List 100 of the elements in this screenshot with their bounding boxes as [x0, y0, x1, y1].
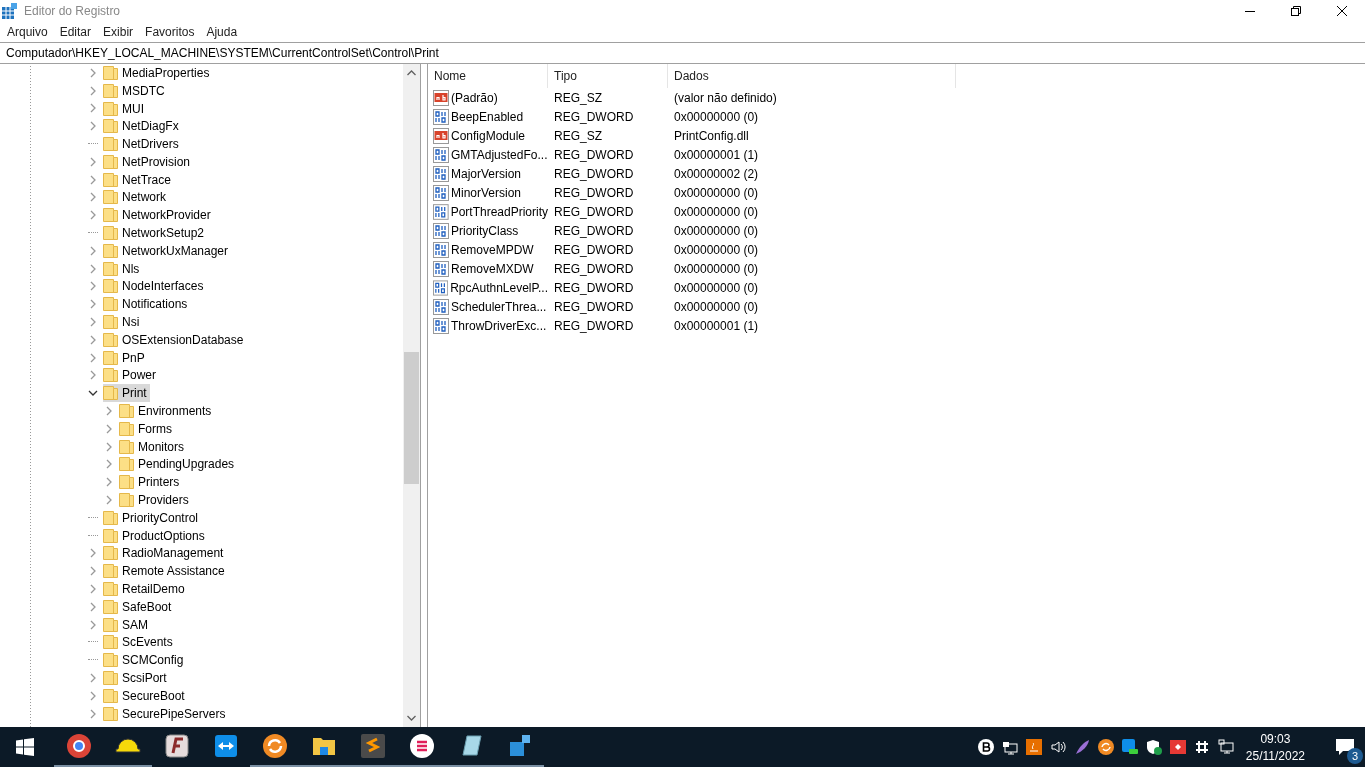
app-icon[interactable] — [359, 733, 386, 759]
tree-item[interactable]: MSDTC — [122, 83, 165, 98]
hash-icon[interactable] — [1193, 739, 1210, 755]
scroll-up-icon — [407, 70, 416, 76]
tree-item[interactable]: NetProvision — [122, 154, 191, 169]
remote-access-icon[interactable] — [1121, 739, 1138, 755]
shield-icon[interactable] — [1145, 739, 1162, 755]
menu-item[interactable]: Exibir — [97, 25, 140, 39]
tree-item[interactable]: NodeInterfaces — [122, 279, 204, 294]
folder-icon — [103, 671, 118, 685]
value-name: PortThreadPriority — [450, 204, 548, 219]
tree-item[interactable]: MediaProperties — [122, 65, 210, 80]
column-header[interactable]: Dados — [668, 64, 956, 88]
folder-icon — [103, 546, 118, 561]
tree-item[interactable]: RadioManagement — [122, 546, 224, 561]
tree-item[interactable]: SecurePipeServers — [122, 706, 226, 721]
value-type: REG_DWORD — [553, 147, 635, 162]
app-icon[interactable] — [408, 733, 435, 759]
tree-item[interactable]: Nls — [122, 261, 140, 276]
tree-item[interactable]: NetDrivers — [122, 137, 179, 152]
close-icon — [1337, 6, 1347, 16]
network-icon[interactable] — [1217, 739, 1234, 755]
tree-item[interactable]: Nsi — [122, 315, 140, 330]
folder-icon — [103, 226, 118, 241]
tree-item[interactable]: PriorityControl — [122, 510, 199, 525]
tree-item[interactable]: NetworkSetup2 — [122, 226, 205, 241]
value-data: 0x00000001 (1) — [673, 147, 760, 162]
folder-icon — [103, 635, 118, 650]
value-name: MinorVersion — [451, 185, 522, 200]
folder-icon — [103, 190, 118, 205]
value-name: SchedulerThrea... — [451, 299, 547, 314]
app-icon[interactable] — [163, 733, 190, 759]
folder-icon — [119, 493, 134, 508]
diamond-app-icon[interactable] — [1169, 739, 1186, 755]
folder-icon — [103, 528, 118, 543]
clock-date[interactable]: 25/11/2022 — [1245, 748, 1305, 763]
tree-item[interactable]: PnP — [122, 350, 145, 365]
tree-item[interactable]: SafeBoot — [122, 599, 172, 614]
tree-item[interactable]: Printers — [138, 475, 180, 490]
tree-item[interactable]: Notifications — [122, 297, 188, 312]
value-type: REG_DWORD — [553, 204, 635, 219]
value-type: REG_DWORD — [553, 109, 635, 124]
value-name: RemoveMXDW — [451, 261, 534, 276]
app-icon[interactable] — [261, 733, 288, 759]
value-data: 0x00000000 (0) — [673, 223, 760, 238]
tree-item[interactable]: SAM — [122, 617, 148, 632]
vertical-scrollbar[interactable] — [403, 64, 420, 727]
folder-icon — [119, 475, 134, 490]
volume-icon[interactable] — [1049, 739, 1066, 755]
windows-start-icon[interactable] — [16, 738, 34, 756]
folder-icon — [119, 404, 134, 419]
folder-icon — [103, 261, 118, 276]
address-field[interactable]: Computador\HKEY_LOCAL_MACHINE\SYSTEM\CurrentControlSet\Control\Print — [0, 42, 1365, 64]
folder-icon — [103, 653, 118, 668]
tree-item[interactable]: NetDiagFx — [122, 119, 179, 134]
folder-icon — [103, 297, 118, 312]
tree-item[interactable]: Forms — [138, 421, 172, 436]
tree-item[interactable]: NetTrace — [122, 172, 171, 187]
column-header[interactable]: Nome — [428, 64, 548, 88]
scroll-thumb[interactable] — [404, 352, 419, 484]
tree-item[interactable]: NetworkProvider — [122, 208, 211, 223]
folder-icon — [103, 368, 118, 383]
tree-item[interactable]: ProductOptions — [122, 528, 205, 543]
menu-item[interactable]: Ajuda — [200, 25, 244, 39]
monitor-lock-icon[interactable] — [1001, 739, 1018, 755]
app-icon[interactable] — [212, 733, 239, 759]
value-type: REG_DWORD — [553, 242, 635, 257]
app-icon[interactable] — [65, 733, 92, 759]
menu-item[interactable]: Favoritos — [139, 25, 201, 39]
tree-item[interactable]: SCMConfig — [122, 653, 184, 668]
tree-item[interactable]: Monitors — [138, 439, 184, 454]
menu-item[interactable]: Editar — [53, 25, 98, 39]
column-header[interactable]: Tipo — [548, 64, 668, 88]
tree-item[interactable]: SecureBoot — [122, 688, 185, 703]
tree-item[interactable]: PendingUpgrades — [138, 457, 235, 472]
folder-icon — [103, 315, 118, 330]
feather-icon[interactable] — [1073, 739, 1090, 755]
menu-item[interactable]: Arquivo — [1, 25, 54, 39]
value-name: PriorityClass — [451, 223, 519, 238]
tree-item[interactable]: RetailDemo — [122, 582, 185, 596]
java-icon[interactable] — [1025, 739, 1042, 755]
tree-item[interactable]: Environments — [138, 404, 212, 419]
tree-item[interactable]: Providers — [138, 493, 189, 508]
sync-icon[interactable] — [1097, 739, 1114, 755]
tree-item[interactable]: MUI — [122, 101, 144, 116]
tree-item[interactable]: Power — [122, 368, 156, 383]
tree-item[interactable]: OSExtensionDatabase — [122, 332, 244, 347]
tree-item[interactable]: ScEvents — [122, 635, 173, 650]
value-name: MajorVersion — [451, 166, 522, 181]
value-data: 0x00000000 (0) — [673, 261, 760, 276]
folder-icon — [103, 119, 118, 134]
tree-item[interactable]: Remote Assistance — [122, 564, 225, 579]
tree-item[interactable]: ScsiPort — [122, 671, 167, 685]
tree-item[interactable]: NetworkUxManager — [122, 243, 229, 258]
b-letter-icon[interactable] — [977, 739, 994, 755]
folder-icon — [119, 457, 134, 472]
clock-time[interactable]: 09:03 — [1260, 731, 1291, 746]
value-data: 0x00000000 (0) — [673, 109, 760, 124]
tree-item[interactable]: Network — [122, 190, 166, 205]
value-name: BeepEnabled — [451, 109, 524, 124]
